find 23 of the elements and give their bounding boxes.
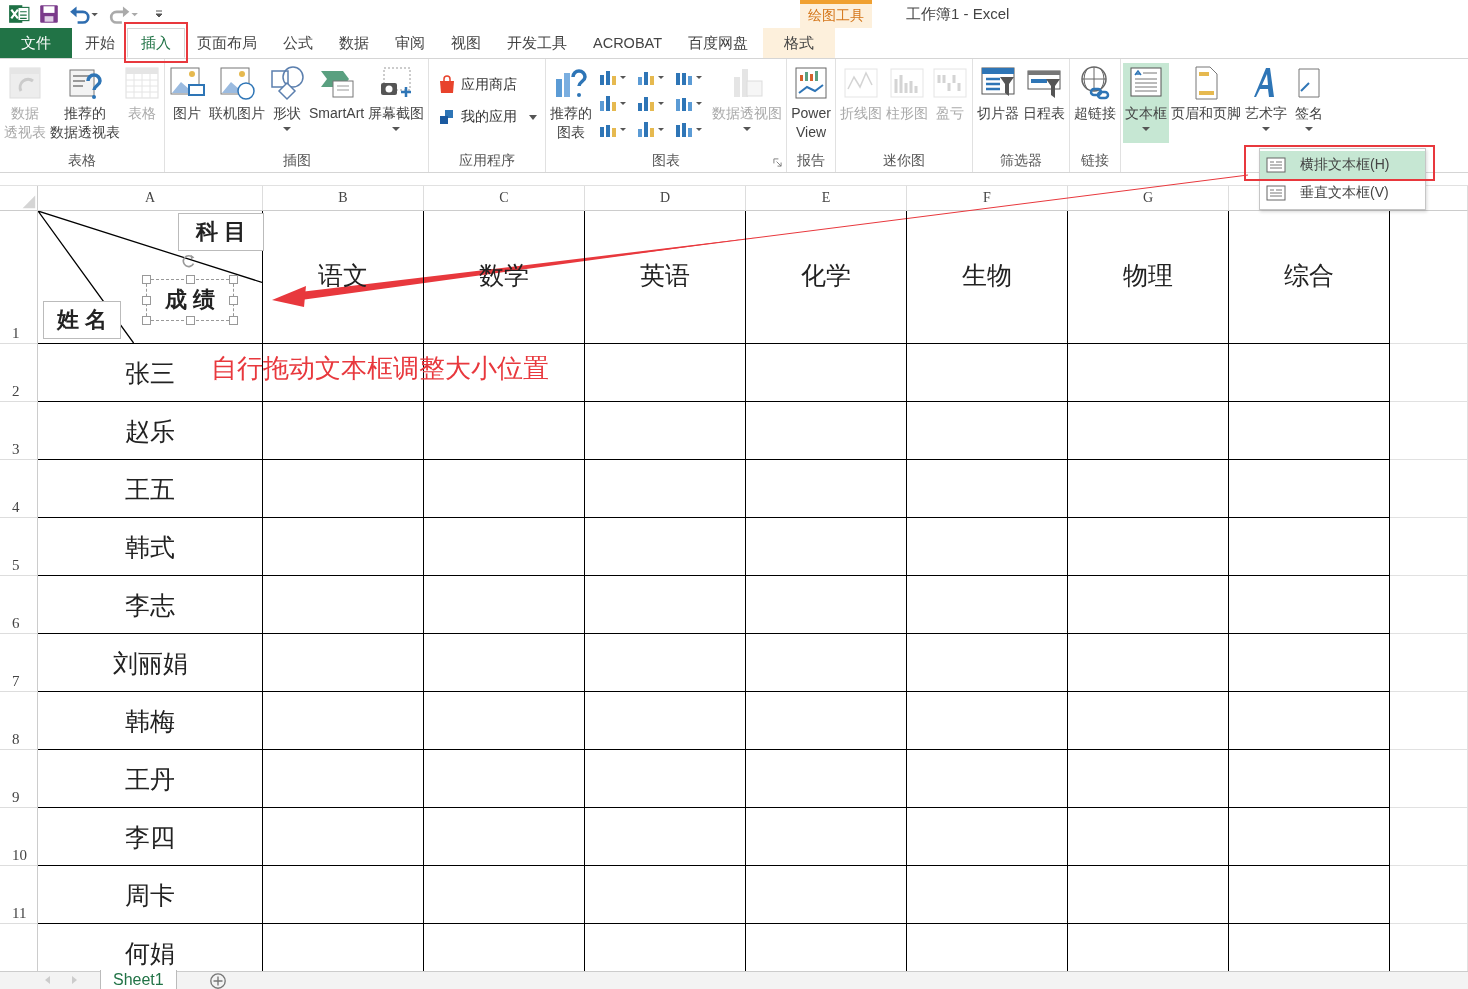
group-label: 表格	[68, 152, 96, 170]
table-cell: 化学	[746, 211, 907, 344]
table-cell: 李志	[38, 576, 263, 634]
table-cell: 韩梅	[38, 692, 263, 750]
table-cell: 韩式	[38, 518, 263, 576]
table-cell: 赵乐	[38, 402, 263, 460]
table-cell: 生物	[907, 211, 1068, 344]
table-cell: 王丹	[38, 750, 263, 808]
table-cell: 周卡	[38, 866, 263, 924]
context-group-label: 绘图工具	[800, 0, 872, 28]
table-cell: 李四	[38, 808, 263, 866]
group-label: 筛选器	[999, 152, 1042, 170]
window-title: 工作簿1 - Excel	[906, 4, 1010, 24]
table-cell: 刘丽娟	[38, 634, 263, 692]
group-label: 链接	[1080, 152, 1109, 170]
group-label: 图表	[652, 152, 681, 170]
table-cell: 综合	[1229, 211, 1390, 344]
group-label: 迷你图	[882, 152, 925, 170]
group-label: 插图	[282, 152, 311, 170]
group-label: 报告	[797, 152, 826, 170]
table-cell: 王五	[38, 460, 263, 518]
group-label: 应用程序	[459, 152, 516, 170]
table-cell: 物理	[1068, 211, 1229, 344]
